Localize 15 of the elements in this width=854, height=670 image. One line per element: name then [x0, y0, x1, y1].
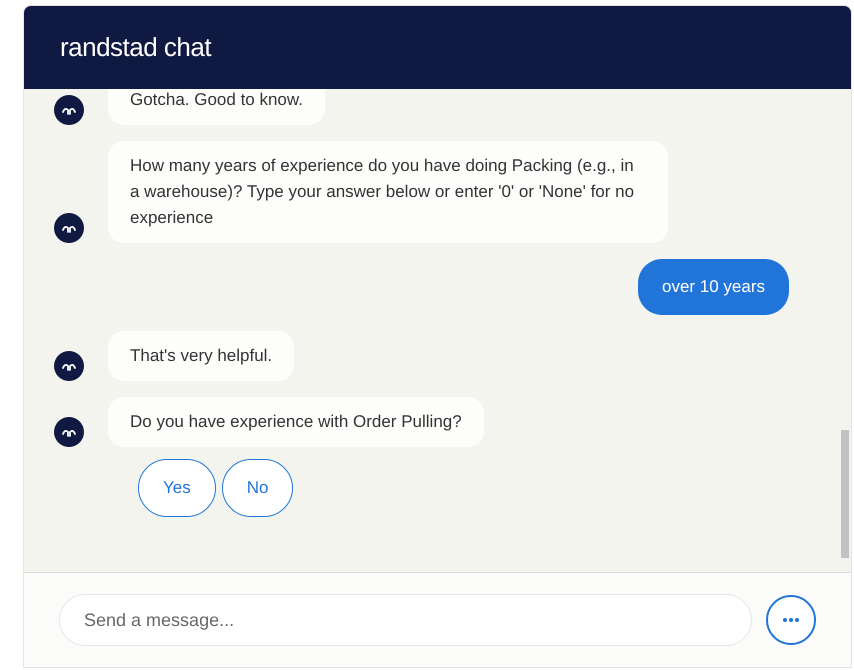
bot-avatar-icon: [54, 95, 84, 125]
ellipsis-icon: [783, 618, 799, 622]
more-options-button[interactable]: [766, 595, 816, 645]
message-input[interactable]: Send a message...: [59, 594, 752, 646]
bot-avatar-icon: [54, 213, 84, 243]
bot-avatar-icon: [54, 350, 84, 380]
bot-message: Do you have experience with Order Pulling?: [108, 396, 484, 446]
quick-reply-button[interactable]: Yes: [138, 458, 216, 516]
bot-message: That's very helpful.: [108, 330, 294, 380]
chat-title: randstad chat: [60, 31, 212, 64]
bot-message: How many years of experience do you have doing Packing (e.g., in a warehouse)? Type your answer below or enter '0' or 'None' for no experience: [108, 141, 668, 243]
bot-message: Gotcha. Good to know.: [108, 89, 325, 125]
quick-reply-button[interactable]: No: [222, 458, 294, 516]
user-message: over 10 years: [638, 259, 789, 314]
bot-avatar-icon: [54, 416, 84, 446]
